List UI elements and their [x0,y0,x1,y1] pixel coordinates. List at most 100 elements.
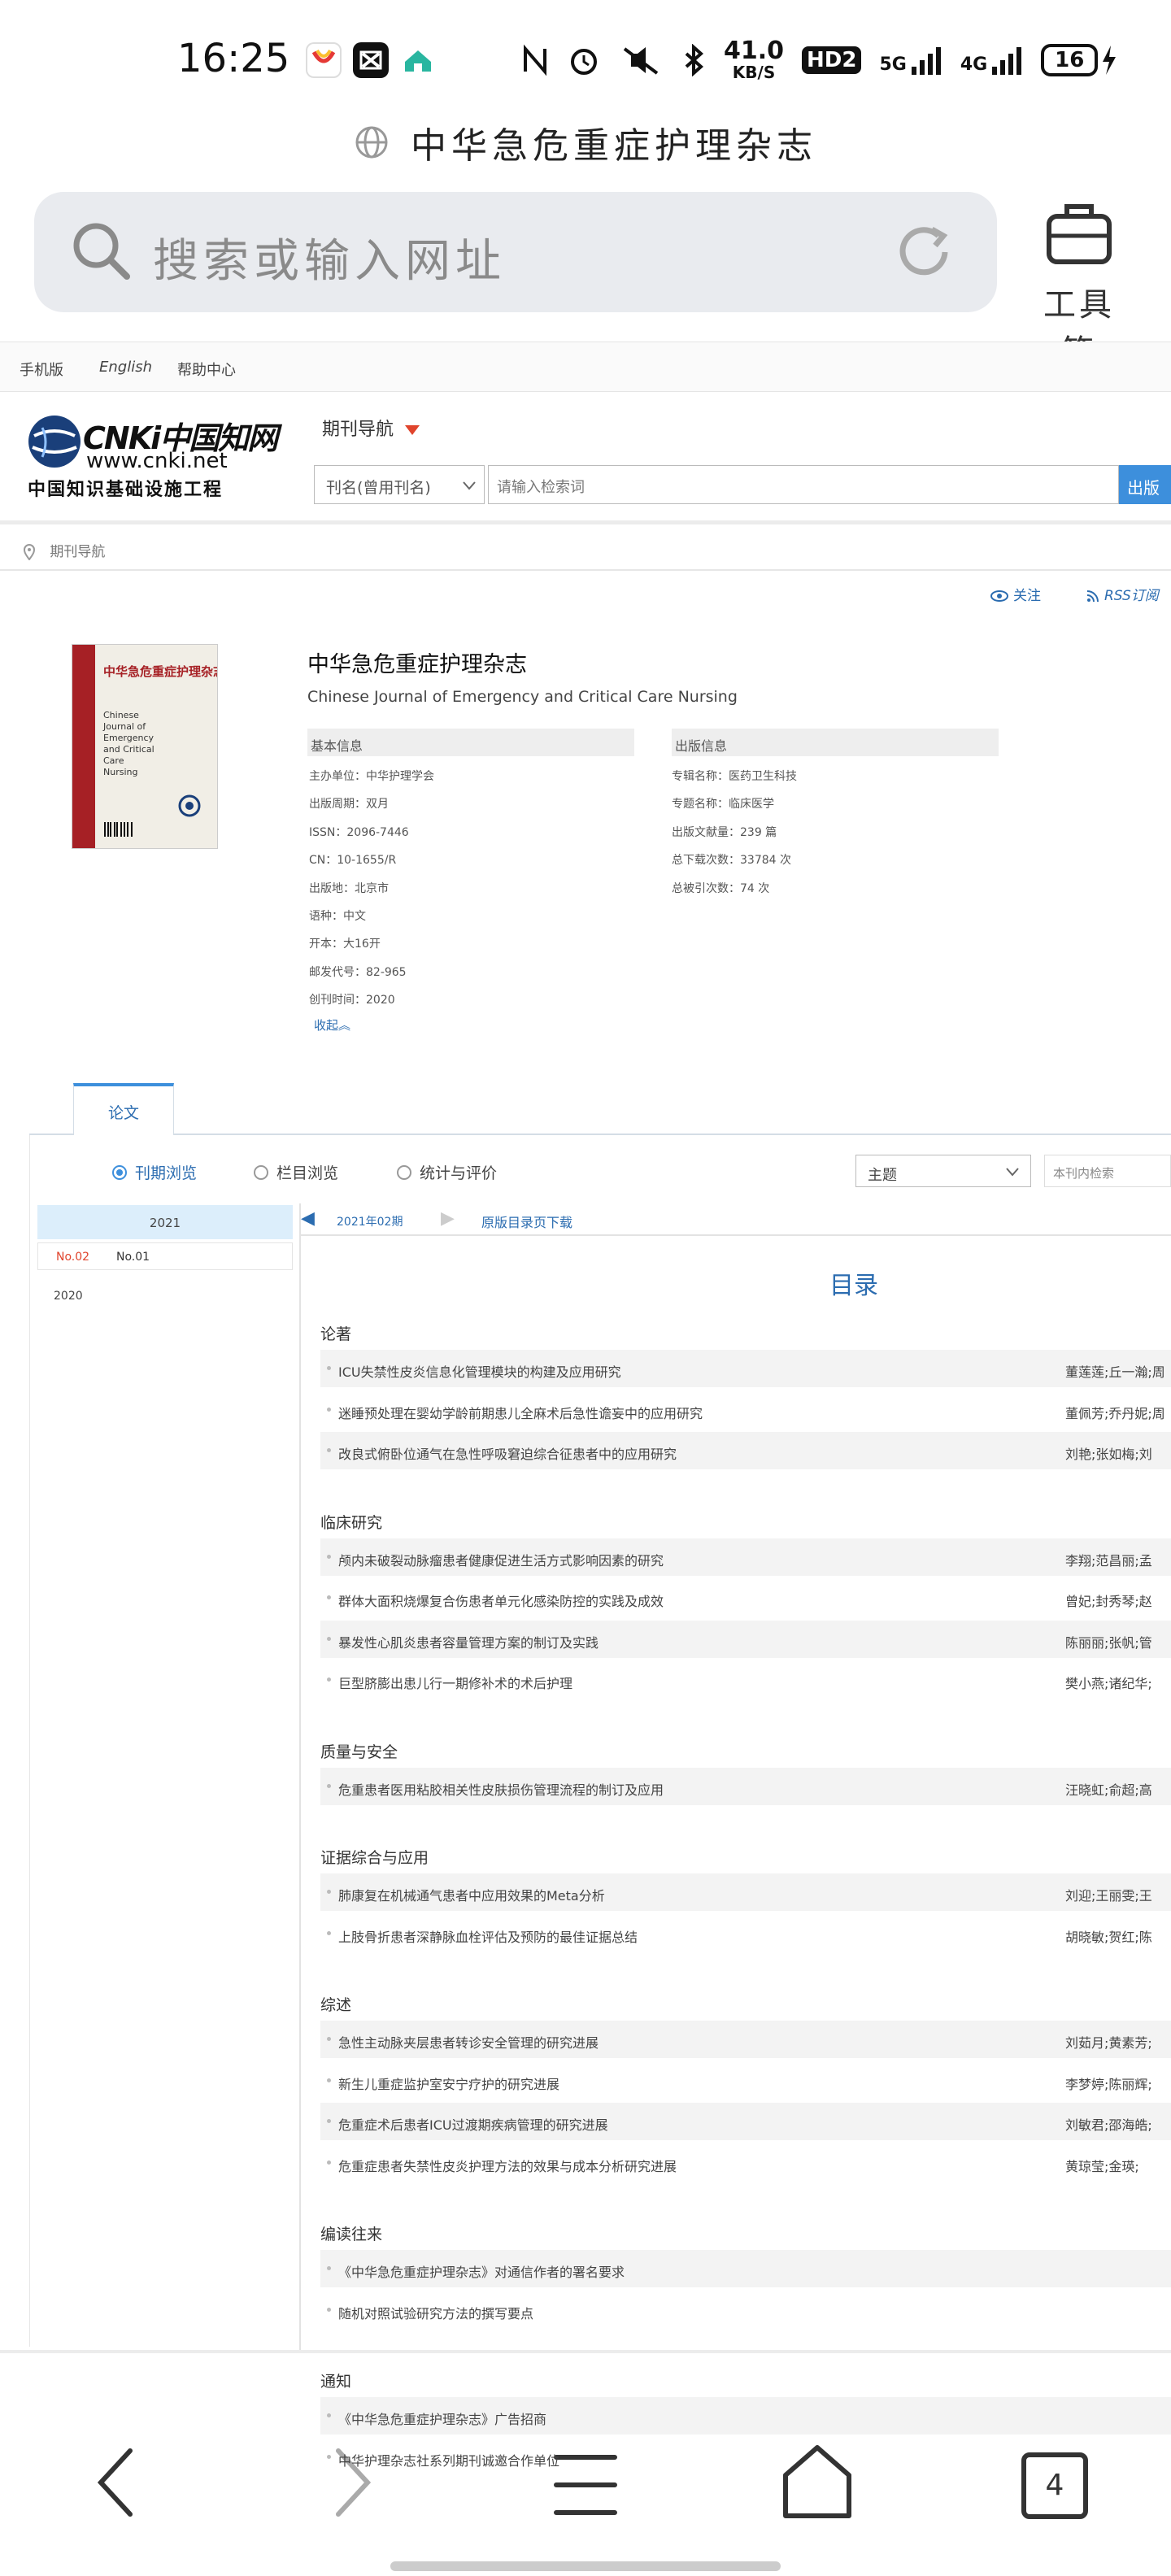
toc-article-row[interactable]: 颅内未破裂动脉瘤患者健康促进生活方式影响因素的研究 李翔;范昌丽;孟 [320,1538,1171,1576]
toc-article-row[interactable]: 危重患者医用粘胶相关性皮肤损伤管理流程的制订及应用 汪晓虹;俞超;高 [320,1767,1171,1805]
article-title[interactable]: 颅内未破裂动脉瘤患者健康促进生活方式影响因素的研究 [338,1550,664,1569]
link-english[interactable]: English [99,359,152,376]
bullet [327,1930,331,1935]
article-title[interactable]: 危重患者医用粘胶相关性皮肤损伤管理流程的制订及应用 [338,1779,664,1799]
status-time: 16:25 [177,36,290,81]
link-mobile[interactable]: 手机版 [20,359,63,380]
toc-article-row[interactable]: ICU失禁性皮炎信息化管理模块的构建及应用研究 董莲莲;丘一瀚;周 [320,1350,1171,1387]
search-icon [73,223,130,280]
alarm-icon [571,49,597,75]
toc-section-heading: 临床研究 [320,1513,383,1532]
article-title[interactable]: 急性主动脉夹层患者转诊安全管理的研究进展 [338,2032,599,2052]
toc-article-row[interactable]: 《中华急危重症护理杂志》对通信作者的署名要求 [320,2250,1171,2287]
nfc-icon [524,44,546,76]
prev-issue-icon[interactable]: ◀ [301,1208,315,1229]
year-2020[interactable]: 2020 [54,1290,83,1303]
article-title[interactable]: 迷睡预处理在婴幼学龄前期患儿全麻术后急性谵妄中的应用研究 [338,1403,703,1422]
inner-search-input[interactable]: 本刊内检索 [1044,1155,1171,1187]
bullet [327,1677,331,1682]
dropdown-arrow-icon [405,425,420,435]
theme-select[interactable]: 主题 [855,1155,1031,1187]
eye-icon [990,590,1008,602]
next-issue-icon[interactable]: ▶ [441,1208,455,1229]
toc-article-row[interactable]: 《中华急危重症护理杂志》广告招商 [320,2397,1171,2435]
cover-english-title: Chinese Journal of Emergency and Critica… [103,710,155,777]
article-title[interactable]: 巨型脐膨出患儿行一期修补术的术后护理 [338,1673,572,1692]
toc-article-row[interactable]: 随机对照试验研究方法的撰写要点 [320,2291,1171,2329]
breadcrumb-item[interactable]: 期刊导航 [50,544,105,560]
download-toc-link[interactable]: 原版目录页下载 [481,1212,572,1231]
article-title[interactable]: 随机对照试验研究方法的撰写要点 [338,2303,533,2322]
toc-article-row[interactable]: 新生儿重症监护室安宁疗护的研究进展 李梦婷;陈丽辉; [320,2062,1171,2100]
article-title[interactable]: 《中华急危重症护理杂志》广告招商 [338,2408,546,2428]
search-field-select[interactable]: 刊名(曾用刊名) [314,465,485,504]
logo-url: www.cnki.net [86,449,228,473]
issue-no02[interactable]: No.02 [56,1251,89,1264]
basic-info-item: CN：10-1655/R [309,854,397,868]
radio-issue-browse[interactable]: 刊期浏览 [112,1161,197,1183]
toc-article-row[interactable]: 中华护理杂志社系列期刊诚邀合作单位 [320,2439,1171,2476]
article-title[interactable]: ICU失禁性皮炎信息化管理模块的构建及应用研究 [338,1361,621,1381]
article-title[interactable]: 危重症患者失禁性皮炎护理方法的效果与成本分析研究进展 [338,2156,677,2175]
toc-section-heading: 证据综合与应用 [320,1849,429,1867]
issue-list: No.02 No.01 [37,1242,293,1270]
article-title[interactable]: 《中华急危重症护理杂志》对通信作者的署名要求 [338,2261,625,2281]
article-authors: 汪晓虹;俞超;高 [1065,1782,1152,1798]
toc-article-row[interactable]: 暴发性心肌炎患者容量管理方案的制订及实践 陈丽丽;张帆;管 [320,1620,1171,1658]
article-title[interactable]: 上肢骨折患者深静脉血栓评估及预防的最佳证据总结 [338,1926,638,1946]
basic-info-item: 邮发代号：82-965 [309,965,407,979]
refresh-icon[interactable] [890,218,958,286]
keyword-input[interactable]: 请输入检索词 [488,465,1119,504]
publish-info-item: 专题名称：临床医学 [672,798,774,812]
toc-article-row[interactable]: 群体大面积烧爆复合伤患者单元化感染防控的实践及成效 曾妃;封秀琴;赵 [320,1579,1171,1617]
article-authors: 陈丽丽;张帆;管 [1065,1634,1152,1651]
journal-nav-menu[interactable]: 期刊导航 [322,415,420,441]
bullet [327,2119,331,2123]
year-2021[interactable]: 2021 [37,1205,293,1239]
follow-button[interactable]: 关注 [990,584,1041,604]
article-title[interactable]: 暴发性心肌炎患者容量管理方案的制订及实践 [338,1632,599,1651]
article-title[interactable]: 改良式俯卧位通气在急性呼吸窘迫综合征患者中的应用研究 [338,1443,677,1463]
toc-article-row[interactable]: 危重症患者失禁性皮炎护理方法的效果与成本分析研究进展 黄琼莹;金瑛; [320,2144,1171,2182]
article-authors: 曾妃;封秀琴;赵 [1065,1594,1152,1609]
toc-article-row[interactable]: 急性主动脉夹层患者转诊安全管理的研究进展 刘茹月;黄素芳; [320,2021,1171,2058]
article-authors: 刘茹月;黄素芳; [1065,2035,1152,2051]
publish-info-item: 总下载次数：33784 次 [672,854,791,868]
article-authors: 黄琼莹;金瑛; [1065,2158,1139,2174]
collapse-button[interactable]: 收起︽ [314,1016,350,1033]
link-help[interactable]: 帮助中心 [177,359,236,380]
article-title[interactable]: 肺康复在机械通气患者中应用效果的Meta分析 [338,1885,605,1904]
toc-article-row[interactable]: 巨型脐膨出患儿行一期修补术的术后护理 樊小燕;诸纪华; [320,1661,1171,1699]
toc-article-row[interactable]: 改良式俯卧位通气在急性呼吸窘迫综合征患者中的应用研究 刘艳;张如梅;刘 [320,1432,1171,1469]
article-authors: 刘迎;王丽雯;王 [1065,1888,1152,1904]
article-title[interactable]: 危重症术后患者ICU过渡期疾病管理的研究进展 [338,2114,608,2134]
network-speed: 41.0 KB/S [724,37,785,82]
bullet [327,1636,331,1641]
radio-column-browse[interactable]: 栏目浏览 [254,1161,338,1183]
article-title[interactable]: 群体大面积烧爆复合伤患者单元化感染防控的实践及成效 [338,1590,664,1610]
address-bar[interactable]: 搜索或输入网址 [34,192,997,312]
tab-papers[interactable]: 论文 [73,1083,174,1135]
publish-info-header: 出版信息 [672,729,999,756]
publish-search-button[interactable]: 出版 [1119,465,1171,504]
toc-title: 目录 [829,1272,878,1300]
journal-title-english: Chinese Journal of Emergency and Critica… [307,688,738,706]
issue-no01[interactable]: No.01 [116,1251,150,1264]
publish-info-item: 出版文献量：239 篇 [672,825,777,839]
toc-article-row[interactable]: 危重症术后患者ICU过渡期疾病管理的研究进展 刘敏君;邵海皓; [320,2103,1171,2140]
bullet [327,1783,331,1788]
article-title[interactable]: 新生儿重症监护室安宁疗护的研究进展 [338,2073,559,2093]
bullet [327,1595,331,1599]
rss-button[interactable]: RSS订阅 [1086,584,1159,604]
toc-section-heading: 编读往来 [320,2226,383,2243]
bullet [327,2307,331,2312]
toc-article-row[interactable]: 迷睡预处理在婴幼学龄前期患儿全麻术后急性谵妄中的应用研究 董佩芳;乔丹妮;周 [320,1391,1171,1429]
toc-article-row[interactable]: 肺康复在机械通气患者中应用效果的Meta分析 刘迎;王丽雯;王 [320,1873,1171,1911]
app-icon-2 [353,42,389,78]
radio-stats-eval[interactable]: 统计与评价 [397,1161,497,1183]
toc-article-row[interactable]: 上肢骨折患者深静脉血栓评估及预防的最佳证据总结 胡晓敏;贺红;陈 [320,1915,1171,1952]
article-authors: 樊小燕;诸纪华; [1065,1676,1152,1691]
status-bar: 16:25 41.0 KB/S HD2 5G 4G 16 [0,0,1171,122]
article-title[interactable]: 中华护理杂志社系列期刊诚邀合作单位 [338,2450,559,2469]
back-icon[interactable] [91,2446,140,2519]
